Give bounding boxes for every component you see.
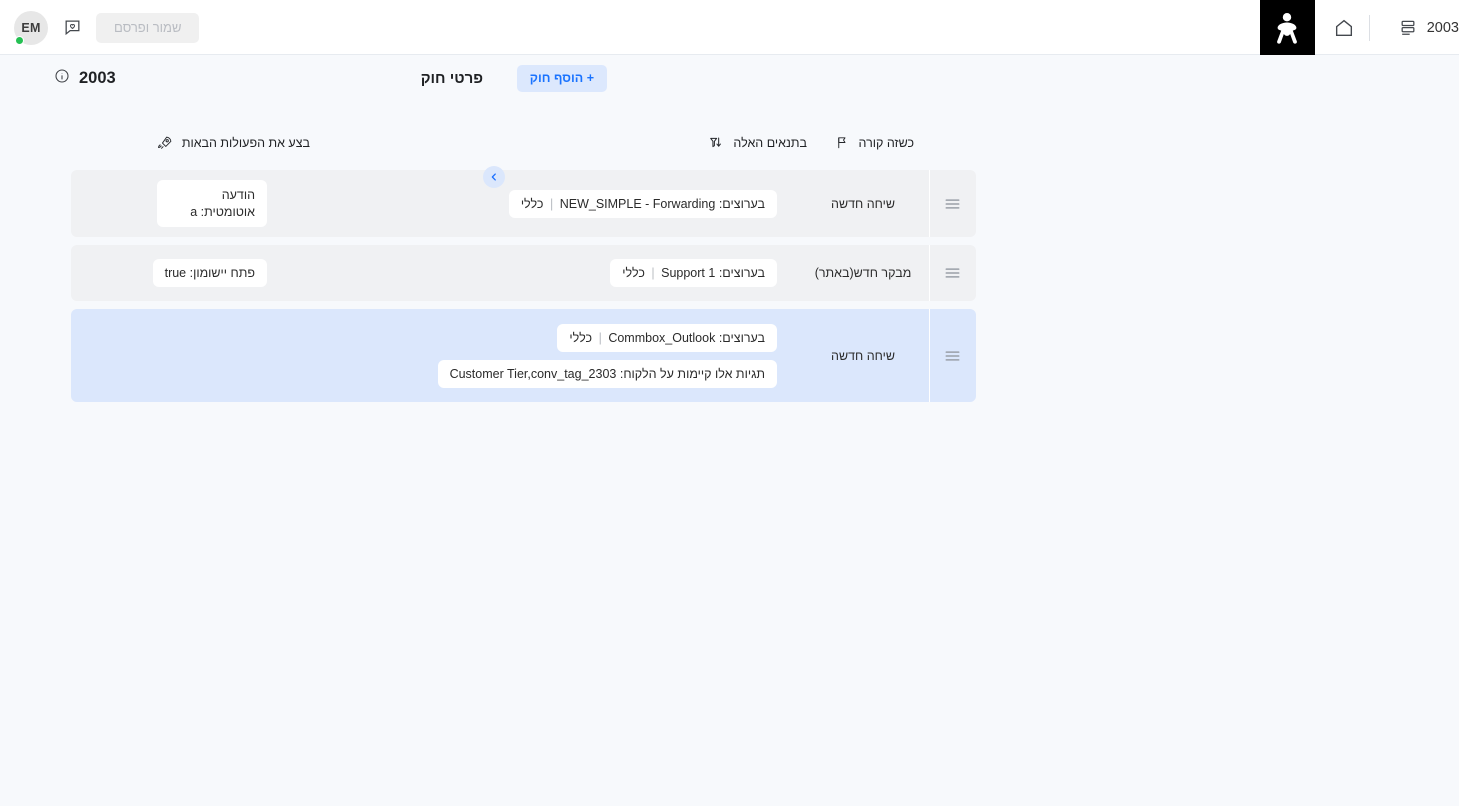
row-trigger: שיחה חדשה [831,348,895,363]
condition-pill: בערוצים: NEW_SIMPLE - Forwarding | כללי [508,189,777,218]
condition-value: Support 1 [661,266,716,280]
add-rule-button[interactable]: + הוסף חוק [516,64,607,92]
condition-prefix: בערוצים: [718,196,765,211]
column-header-conditions-label: בתנאים האלה [733,135,807,150]
save-publish-button[interactable]: שמור ופרסם [96,12,200,43]
env-id-label: 2003 [1426,19,1459,36]
column-header-trigger-label: כשזה קורה [858,135,914,150]
flag-icon [835,135,850,150]
collapse-panel-button[interactable] [483,166,505,188]
pill-separator: | [651,266,655,280]
row-actions: הודעה אוטומטית: a [71,170,297,237]
top-bar: EM שמור ופרסם 2003 [0,0,1459,55]
table-row[interactable]: שיחה חדשה בערוצים: NEW_SIMPLE - Forwardi… [71,170,976,237]
column-header-actions: בצע את הפעולות הבאות [157,135,310,150]
condition-value: NEW_SIMPLE - Forwarding [559,196,716,211]
row-actions: פתח יישומון: true [71,245,297,301]
drag-handle-icon[interactable] [929,309,976,402]
condition-prefix: בערוצים: [718,266,765,280]
rocket-icon [157,135,173,150]
drag-handle-icon[interactable] [929,170,976,237]
home-icon[interactable] [1333,17,1355,39]
page-header: פרטי חוק + הוסף חוק 2003 [0,55,1459,101]
stack-icon[interactable] [1398,18,1418,38]
info-icon[interactable] [54,68,70,89]
condition-sub: כללי [622,266,645,280]
condition-prefix: תגיות אלו קיימות על הלקוח: [619,366,765,381]
condition-prefix: בערוצים: [718,330,765,345]
page-title: פרטי חוק [420,69,483,87]
row-trigger: מבקר חדש(באתר) [814,266,912,280]
column-header-conditions: בתנאים האלה [709,135,807,150]
condition-sub: כללי [569,330,593,345]
rules-table-header: כשזה קורה בתנאים האלה בצע את הפעולות הבא… [71,129,976,163]
divider [1368,14,1370,41]
pill-separator: | [549,196,554,211]
top-bar-left-group: EM שמור ופרסם [14,0,200,55]
column-header-actions-label: בצע את הפעולות הבאות [181,135,310,150]
filter-icon [709,135,724,150]
table-row[interactable]: שיחה חדשה בערוצים: Commbox_Outlook | כלל… [71,309,976,402]
top-bar-right-group: 2003 [1259,0,1459,55]
row-conditions: בערוצים: Commbox_Outlook | כללי תגיות אל… [297,309,797,402]
column-header-trigger: כשזה קורה [835,135,914,150]
header-rule-id: 2003 [54,68,116,89]
row-conditions: בערוצים: NEW_SIMPLE - Forwarding | כללי [297,170,797,237]
chat-heart-icon[interactable] [60,16,84,40]
condition-value: Commbox_Outlook [608,330,716,345]
action-pill: פתח יישומון: true [152,259,267,287]
header-rule-id-value: 2003 [79,68,116,87]
condition-pill: בערוצים: Support 1 | כללי [610,259,777,287]
row-trigger: שיחה חדשה [831,196,895,211]
condition-sub: כללי [520,196,544,211]
avatar[interactable]: EM [14,10,48,45]
row-conditions: בערוצים: Support 1 | כללי [297,245,797,301]
condition-pill: בערוצים: Commbox_Outlook | כללי [557,323,777,352]
pill-separator: | [598,330,602,345]
rules-table-area: כשזה קורה בתנאים האלה בצע את הפעולות הבא… [0,101,976,806]
condition-value: Customer Tier,conv_tag_2303 [449,366,617,381]
table-row[interactable]: מבקר חדש(באתר) בערוצים: Support 1 | כללי… [71,245,976,301]
online-status-dot [15,35,24,45]
row-actions [71,309,297,402]
condition-pill: תגיות אלו קיימות על הלקוח: Customer Tier… [437,359,777,388]
drag-handle-icon[interactable] [929,245,976,301]
commbox-logo[interactable] [1259,0,1315,55]
action-pill: הודעה אוטומטית: a [157,179,267,228]
